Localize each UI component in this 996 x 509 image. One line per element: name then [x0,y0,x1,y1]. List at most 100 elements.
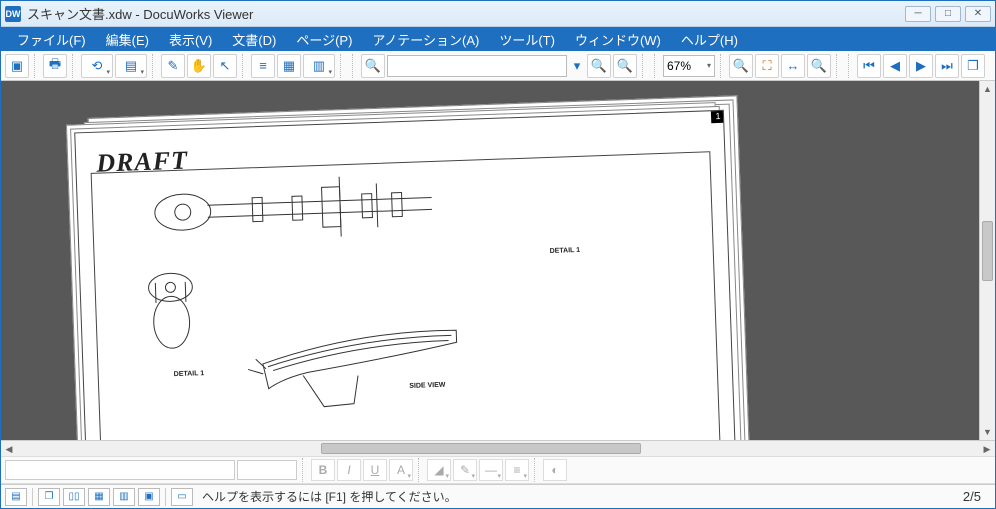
underline-button[interactable]: U [363,459,387,481]
window-title: スキャン文書.xdw - DocuWorks Viewer [27,4,905,23]
last-page-button[interactable]: ⏭ [935,54,959,78]
scroll-up-icon[interactable]: ▲ [980,81,995,97]
menu-page[interactable]: ページ(P) [286,27,362,51]
rotate-icon: ⟲ [92,58,103,74]
format-toolbar: B I U A ◢ ✎ — ≡ ◐ [1,456,995,484]
label-detail1-top: DETAIL 1 [550,247,581,255]
view-mode-infobar[interactable]: ▤ [5,488,27,506]
prev-page-button[interactable]: ◀ [883,54,907,78]
font-family-combo[interactable] [5,460,235,480]
annotation-toggle-button[interactable]: ▥ [303,54,335,78]
status-help-text: ヘルプを表示するには [F1] を押してください。 [196,488,960,505]
fit-width-button[interactable]: ↔ [781,54,805,78]
maximize-button[interactable]: □ [935,6,961,22]
pages-icon: ❐ [967,58,979,74]
font-size-combo[interactable] [237,460,297,480]
view-mode-document[interactable]: ▭ [171,488,193,506]
content-area: 1 DRAFT [1,81,995,456]
actual-size-icon: 🔍 [811,58,827,74]
continuous-icon: ▯▯ [68,491,79,502]
hand-button[interactable]: ✋ [187,54,211,78]
document-viewer[interactable]: 1 DRAFT [1,81,995,440]
search-prev-button[interactable]: 🔍 [587,54,611,78]
page-icon: ▤ [125,58,137,74]
titlebar: DW スキャン文書.xdw - DocuWorks Viewer ─ □ ✕ [1,1,995,27]
fit-page-button[interactable]: ⛶ [755,54,779,78]
app-icon: DW [5,6,21,22]
actual-size-button[interactable]: 🔍 [807,54,831,78]
menu-file[interactable]: ファイル(F) [7,27,96,51]
line-weight-icon: ≡ [513,463,520,477]
line-weight-button[interactable]: ≡ [505,459,529,481]
stamp-button[interactable]: ◐ [543,459,567,481]
label-detail1-left: DETAIL 1 [174,370,205,378]
page-corner-tag: 1 [711,110,725,123]
menu-window[interactable]: ウィンドウ(W) [565,27,671,51]
search-prev-icon: 🔍 [591,58,607,74]
bold-icon: B [319,463,328,477]
line-style-icon: — [485,463,497,477]
scroll-right-icon[interactable]: ▶ [979,441,995,456]
zoom-combo[interactable]: 67% [663,55,715,77]
menu-annotation[interactable]: アノテーション(A) [362,27,489,51]
app-window: DW スキャン文書.xdw - DocuWorks Viewer ─ □ ✕ フ… [0,0,996,509]
view-mode-thumbnail[interactable]: ❐ [38,488,60,506]
hand-icon: ✋ [191,58,207,74]
current-page: 1 DRAFT [74,110,738,440]
search-icon: 🔍 [365,58,381,74]
next-page-button[interactable]: ▶ [909,54,933,78]
search-input[interactable] [387,55,567,77]
bold-button[interactable]: B [311,459,335,481]
page-stack: 1 DRAFT [74,110,738,440]
font-color-button[interactable]: A [389,459,413,481]
view-mode-grid[interactable]: ▦ [88,488,110,506]
thumbnail-button[interactable]: ▦ [277,54,301,78]
scroll-left-icon[interactable]: ◀ [1,441,17,456]
close-button[interactable]: ✕ [965,6,991,22]
scroll-down-icon[interactable]: ▼ [980,424,995,440]
line-color-icon: ✎ [460,463,470,477]
fill-color-button[interactable]: ◢ [427,459,451,481]
line-style-button[interactable]: — [479,459,503,481]
first-icon: ⏮ [863,58,875,74]
menu-tool[interactable]: ツール(T) [489,27,565,51]
first-page-button[interactable]: ⏮ [857,54,881,78]
next-icon: ▶ [916,58,926,74]
search-button[interactable]: 🔍 [361,54,385,78]
select-button[interactable]: ↖ [213,54,237,78]
menu-help[interactable]: ヘルプ(H) [671,27,748,51]
stamp-icon: ◐ [551,463,558,477]
search-next-icon: 🔍 [617,58,633,74]
italic-button[interactable]: I [337,459,361,481]
infobar-icon: ▤ [11,491,20,502]
menu-document[interactable]: 文書(D) [222,27,286,51]
line-color-button[interactable]: ✎ [453,459,477,481]
page-setup-button[interactable]: ▤ [115,54,147,78]
fit-page-icon: ⛶ [762,58,771,74]
view-mode-single[interactable]: ▥ [113,488,135,506]
prev-icon: ◀ [890,58,900,74]
print-button[interactable]: 🖶 [43,54,67,78]
horizontal-scrollbar[interactable]: ◀ ▶ [1,440,995,456]
text-view-button[interactable]: ≡ [251,54,275,78]
menu-view[interactable]: 表示(V) [159,27,222,51]
zoom-region-button[interactable]: 🔍 [729,54,753,78]
print-icon: 🖶 [49,55,61,77]
save-button[interactable]: ▣ [5,54,29,78]
search-dropdown[interactable]: ▾ [569,54,585,78]
view-mode-book[interactable]: ▣ [138,488,160,506]
minimize-button[interactable]: ─ [905,6,931,22]
pages-button[interactable]: ❐ [961,54,985,78]
zoom-value: 67% [667,59,691,73]
hscroll-thumb[interactable] [321,443,641,454]
edit-button[interactable]: ✎ [161,54,185,78]
rotate-button[interactable]: ⟲ [81,54,113,78]
text-icon: ≡ [259,58,267,73]
menu-edit[interactable]: 編集(E) [96,27,159,51]
vscroll-thumb[interactable] [982,221,993,281]
view-mode-continuous[interactable]: ▯▯ [63,488,85,506]
vertical-scrollbar[interactable]: ▲ ▼ [979,81,995,440]
zoom-region-icon: 🔍 [733,58,749,74]
search-next-button[interactable]: 🔍 [613,54,637,78]
fit-width-icon: ↔ [787,58,800,73]
